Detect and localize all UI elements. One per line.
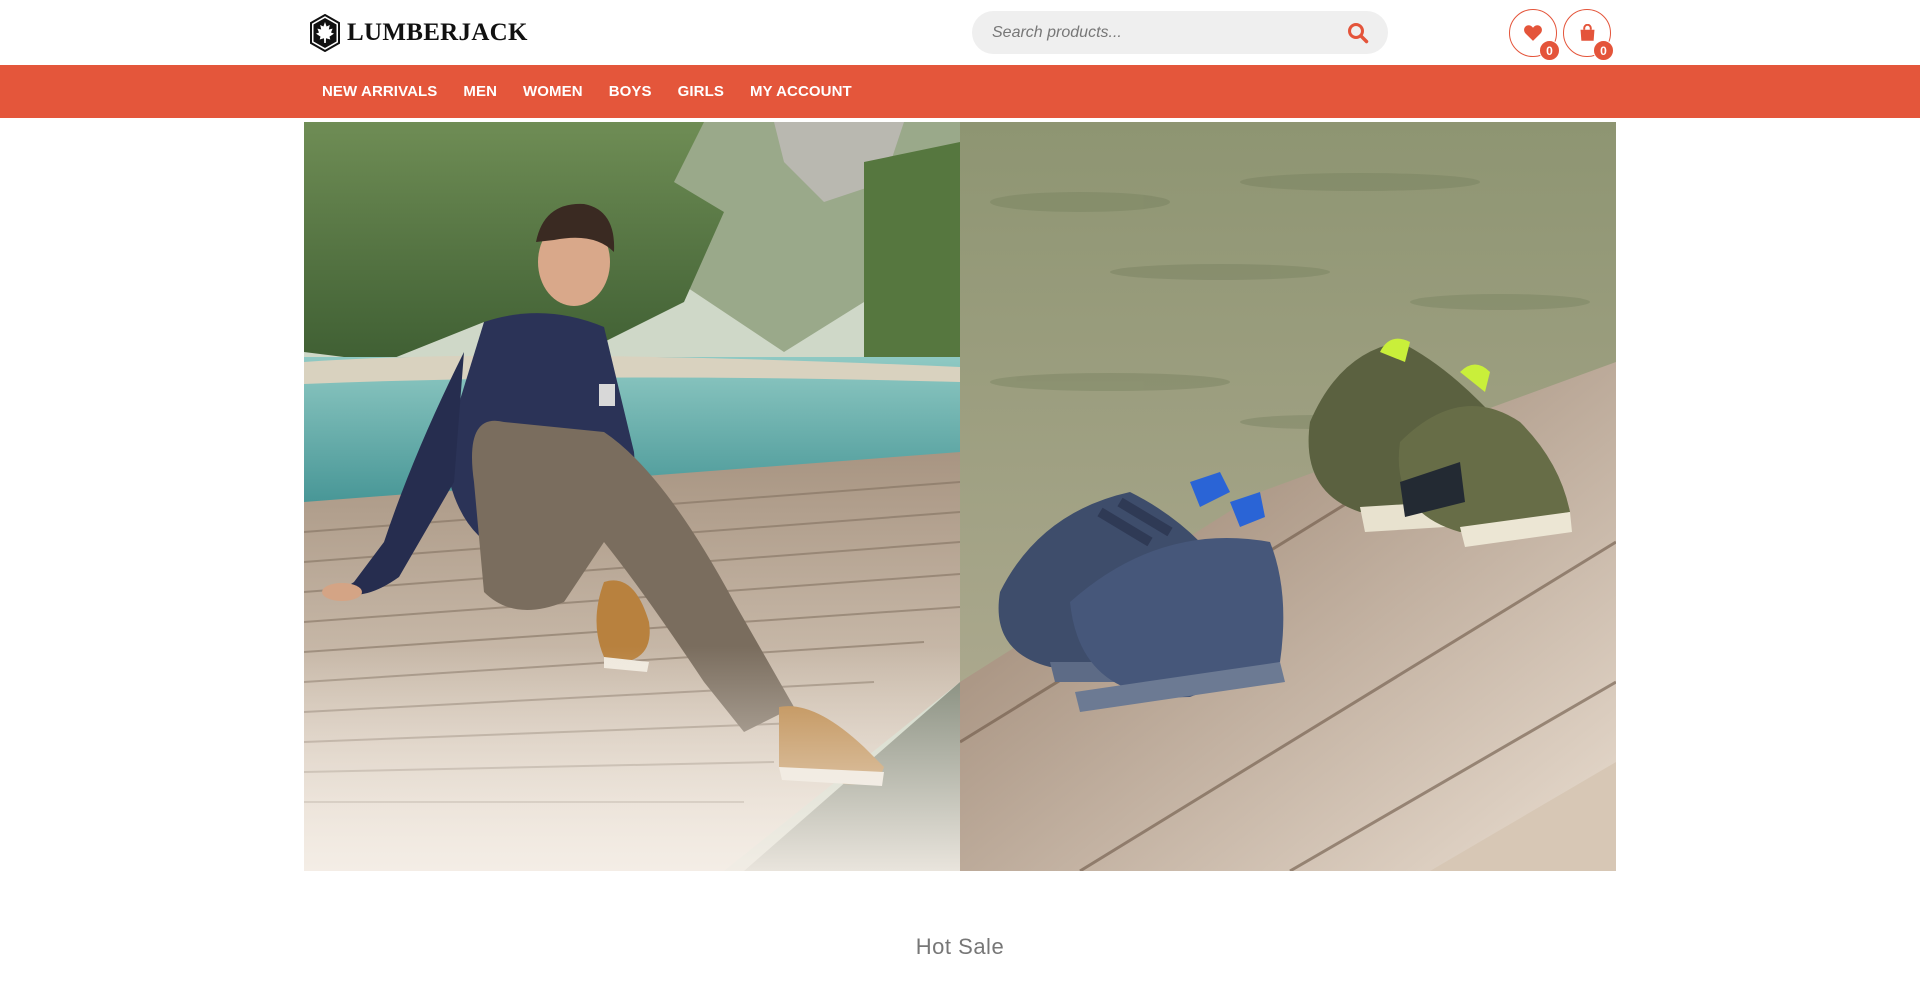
hero-image-man-on-pier[interactable] xyxy=(304,122,960,871)
hero-banner[interactable] xyxy=(304,122,1616,871)
heart-icon xyxy=(1524,25,1542,41)
hot-sale-heading: Hot Sale xyxy=(915,934,1005,959)
nav-item-men[interactable]: MEN xyxy=(463,83,497,100)
maple-leaf-hexagon-icon xyxy=(310,14,340,52)
main-nav: NEW ARRIVALS MEN WOMEN BOYS GIRLS MY ACC… xyxy=(0,65,1920,118)
brand-name: LUMBERJACK xyxy=(347,19,528,46)
nav-item-women[interactable]: WOMEN xyxy=(523,83,583,100)
nav-item-my-account[interactable]: MY ACCOUNT xyxy=(750,83,852,100)
hero-image-kids-sneakers[interactable] xyxy=(960,122,1616,871)
search-button[interactable] xyxy=(1328,11,1388,54)
shopping-bag-icon xyxy=(1580,24,1594,41)
search-icon xyxy=(1348,22,1369,43)
search-bar xyxy=(972,11,1388,54)
cart-button[interactable]: 0 xyxy=(1563,9,1614,61)
cart-count-badge: 0 xyxy=(1593,40,1614,61)
search-input[interactable] xyxy=(972,11,1328,54)
wishlist-button[interactable]: 0 xyxy=(1509,9,1560,61)
nav-item-new-arrivals[interactable]: NEW ARRIVALS xyxy=(322,83,437,100)
brand-logo[interactable]: LUMBERJACK xyxy=(309,14,528,52)
wishlist-count-badge: 0 xyxy=(1539,40,1560,61)
nav-item-girls[interactable]: GIRLS xyxy=(678,83,724,100)
nav-item-boys[interactable]: BOYS xyxy=(609,83,652,100)
nav-menu: NEW ARRIVALS MEN WOMEN BOYS GIRLS MY ACC… xyxy=(322,65,852,118)
site-header: LUMBERJACK 0 0 xyxy=(0,0,1920,65)
